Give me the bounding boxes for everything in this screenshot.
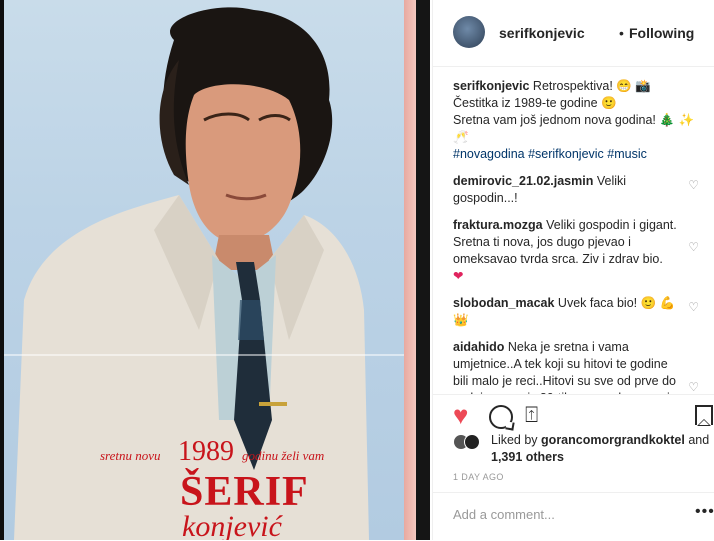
poster-edge: [404, 0, 416, 540]
sparkles-emoji-icon: ✨: [678, 113, 695, 127]
comment-username[interactable]: demirovic_21.02.jasmin: [453, 174, 593, 188]
action-bar: ♥ ⍐: [433, 394, 714, 435]
comment-like-heart-icon[interactable]: ♡: [688, 177, 699, 194]
comment-like-heart-icon[interactable]: ♡: [688, 379, 699, 394]
comment-icon[interactable]: [489, 405, 513, 429]
heart-icon[interactable]: ♥: [453, 401, 468, 429]
red-heart-emoji-icon: ❤: [453, 269, 464, 283]
header-username[interactable]: serifkonjevic: [499, 25, 585, 41]
caption-line3: Sretna vam još jednom nova godina!: [453, 113, 656, 127]
more-options-icon[interactable]: •••: [695, 503, 714, 521]
flex-emoji-icon: 💪: [659, 296, 676, 310]
poster: sretnu novu 1989 godinu želi vam ŠERIF k…: [4, 0, 414, 540]
comment-item: aidahido Neka je sretna i vama umjetnice…: [453, 339, 705, 394]
likes-text: Liked by gorancomorgrandkoktel and 1,391…: [491, 432, 711, 466]
poster-year: 1989: [178, 436, 234, 467]
smile-emoji-icon: 🙂: [640, 296, 657, 310]
liked-by-username[interactable]: gorancomorgrandkoktel: [541, 433, 685, 447]
image-border: [416, 0, 430, 540]
post-image[interactable]: sretnu novu 1989 godinu želi vam ŠERIF k…: [0, 0, 430, 540]
poster-surname: konjević: [182, 510, 282, 540]
add-comment-input[interactable]: Add a comment...: [453, 507, 555, 522]
caption: serifkonjevic Retrospektiva! 😁 📸 Čestitk…: [453, 78, 705, 163]
poster-name: ŠERIF: [180, 469, 309, 515]
caption-line1: Retrospektiva!: [532, 79, 613, 93]
likes-and: and: [688, 433, 710, 447]
comment-username[interactable]: fraktura.mozga: [453, 218, 543, 232]
share-icon[interactable]: ⍐: [525, 401, 538, 429]
caption-hashtags[interactable]: #novagodina #serifkonjevic #music: [453, 147, 647, 161]
comment-like-heart-icon[interactable]: ♡: [688, 299, 699, 316]
post-sidebar: serifkonjevic • Following serifkonjevic …: [432, 0, 714, 540]
caption-username[interactable]: serifkonjevic: [453, 79, 529, 93]
add-comment-bar: Add a comment... •••: [433, 492, 714, 541]
likes-prefix: Liked by: [491, 433, 538, 447]
poster-greeting-left: sretnu novu: [100, 448, 161, 463]
comment-item: fraktura.mozga Veliki gospodin i gigant.…: [453, 217, 705, 285]
caption-line2: Čestitka iz 1989-te godine: [453, 96, 598, 110]
smile-emoji-icon: 🙂: [601, 96, 617, 110]
header-separator: •: [619, 25, 624, 41]
cheers-emoji-icon: 🥂: [453, 130, 469, 144]
post-timestamp[interactable]: 1 DAY AGO: [453, 472, 504, 482]
liker-avatar: [464, 434, 480, 450]
avatar[interactable]: [453, 16, 485, 48]
comment-username[interactable]: aidahido: [453, 340, 504, 354]
comment-like-heart-icon[interactable]: ♡: [688, 239, 699, 256]
comment-item: demirovic_21.02.jasmin Veliki gospodin..…: [453, 173, 705, 207]
crown-emoji-icon: 👑: [453, 313, 469, 327]
following-button[interactable]: Following: [629, 25, 694, 41]
tree-emoji-icon: 🎄: [659, 113, 675, 127]
comment-username[interactable]: slobodan_macak: [453, 296, 554, 310]
comment-text: Uvek faca bio!: [557, 296, 638, 310]
poster-greeting-right: godinu želi vam: [242, 448, 325, 463]
comments-list[interactable]: serifkonjevic Retrospektiva! 😁 📸 Čestitk…: [453, 78, 705, 394]
bookmark-icon[interactable]: [695, 405, 713, 426]
grin-emoji-icon: 😁: [616, 79, 632, 93]
camera-emoji-icon: 📸: [635, 79, 651, 93]
comment-item: slobodan_macak Uvek faca bio! 🙂 💪 👑 ♡: [453, 295, 705, 329]
post-header: serifkonjevic • Following: [433, 0, 714, 67]
likes-others-count[interactable]: 1,391 others: [491, 450, 564, 464]
